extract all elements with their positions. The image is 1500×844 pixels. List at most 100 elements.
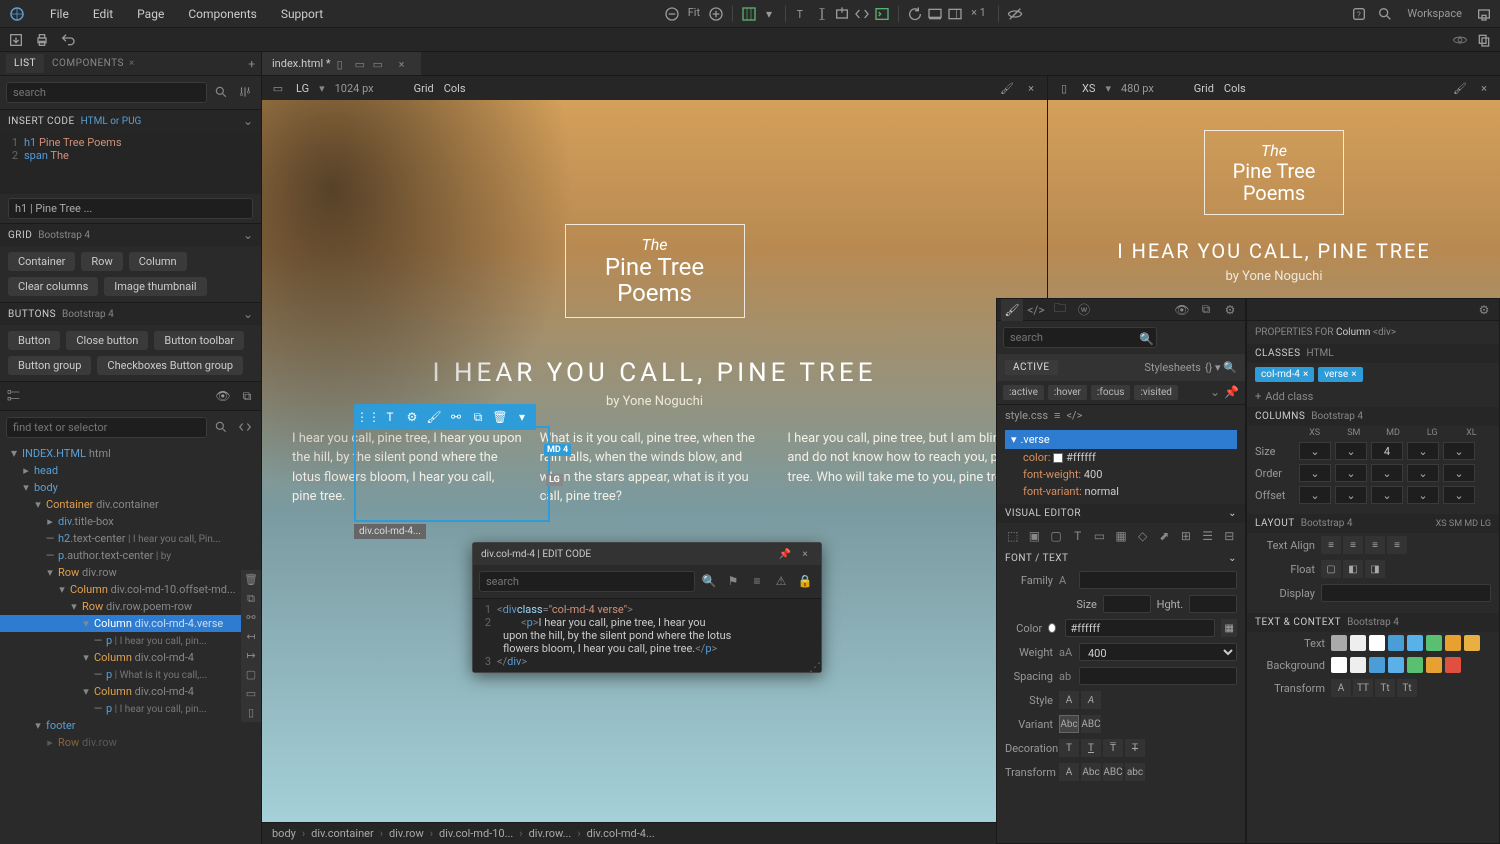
offset-md[interactable]: ⌄ — [1371, 486, 1403, 504]
insert-element-icon[interactable] — [834, 6, 850, 22]
edit-code-popup[interactable]: div.col-md-4 | EDIT CODE 📌 × 🔍 ⚑ ≡ ⚠ 🔒 — [472, 542, 822, 673]
settings-icon[interactable]: ⚙ — [1473, 299, 1495, 321]
menu-support[interactable]: Support — [269, 7, 335, 21]
order-md[interactable]: ⌄ — [1371, 464, 1403, 482]
css-decl[interactable]: color: #ffffff — [1005, 449, 1237, 466]
panels-icon[interactable] — [947, 6, 963, 22]
letter-spacing-input[interactable] — [1079, 667, 1237, 685]
align-right[interactable]: ≡ — [1365, 536, 1385, 554]
search-icon[interactable] — [211, 82, 231, 102]
box-icon[interactable]: ▢ — [241, 665, 261, 684]
float-left[interactable]: ◧ — [1343, 560, 1363, 578]
close-icon[interactable]: × — [1476, 80, 1492, 96]
tree-item[interactable]: —h2.text-center | I hear you call, Pin..… — [0, 530, 261, 547]
chevron-down-icon[interactable]: ⌄ — [243, 228, 253, 242]
size-xs[interactable]: ⌄ — [1299, 442, 1331, 460]
device-icon[interactable]: ▭ — [270, 80, 286, 96]
add-tab-icon[interactable]: + — [248, 57, 255, 71]
color-swatch[interactable] — [1407, 657, 1423, 673]
text-transform-cap[interactable]: Tt — [1375, 679, 1395, 697]
text-tool-icon[interactable]: T — [794, 6, 810, 22]
duplicate-icon[interactable]: ⧉ — [470, 409, 486, 425]
device-mobile-icon[interactable]: ▯ — [337, 58, 349, 70]
color-swatch[interactable] — [1407, 635, 1423, 651]
column-icon[interactable]: ▯ — [241, 703, 261, 722]
close-icon[interactable]: × — [126, 58, 135, 69]
list-icon[interactable]: ☰ — [1198, 527, 1218, 545]
grid-dropdown-icon[interactable]: ▾ — [761, 6, 777, 22]
zoom-out-icon[interactable] — [664, 6, 680, 22]
css-file-row[interactable]: style.css ≡ </> — [997, 405, 1245, 426]
offset-lg[interactable]: ⌄ — [1407, 486, 1439, 504]
color-swatch[interactable] — [1388, 657, 1404, 673]
order-sm[interactable]: ⌄ — [1335, 464, 1367, 482]
reload-icon[interactable] — [907, 6, 923, 22]
box-icon[interactable]: ▢ — [1046, 527, 1066, 545]
offset-xs[interactable]: ⌄ — [1299, 486, 1331, 504]
code-icon[interactable] — [854, 6, 870, 22]
color-swatch[interactable] — [1369, 635, 1385, 651]
chip-clear-columns[interactable]: Clear columns — [8, 277, 98, 296]
search-icon[interactable]: 🔍 — [699, 571, 719, 591]
grid-icon[interactable]: ⊟ — [1219, 527, 1239, 545]
chevron-down-icon[interactable]: ⌄ — [1210, 385, 1220, 400]
tree-item[interactable]: —p.author.text-center | by — [0, 547, 261, 564]
align-justify[interactable]: ≡ — [1387, 536, 1407, 554]
color-swatch[interactable] — [1426, 635, 1442, 651]
color-swatch[interactable] — [1445, 657, 1461, 673]
style-normal[interactable]: A — [1059, 691, 1079, 709]
float-none[interactable]: ▢ — [1321, 560, 1341, 578]
chip-button-toolbar[interactable]: Button toolbar — [154, 331, 244, 350]
chip-button-group[interactable]: Button group — [8, 356, 91, 375]
zoom-fit[interactable]: Fit — [684, 6, 704, 22]
tree-item[interactable]: ▾Column div.col-md-4.verse — [0, 615, 261, 632]
brush-icon[interactable]: 🖌 — [1001, 299, 1023, 321]
popup-search-input[interactable] — [479, 571, 695, 592]
device-desktop-icon[interactable]: ▭ — [373, 58, 385, 70]
size-xl[interactable]: ⌄ — [1443, 442, 1475, 460]
pin-icon[interactable]: 📌 — [777, 546, 793, 562]
eye-icon[interactable]: 👁 — [1171, 299, 1193, 321]
visibility-icon[interactable] — [1007, 6, 1023, 22]
transform-icon[interactable]: ◇ — [1133, 527, 1153, 545]
chip-row[interactable]: Row — [81, 252, 122, 271]
css-search-input[interactable] — [1003, 327, 1157, 348]
settings-icon[interactable]: ⚙ — [1219, 299, 1241, 321]
tab-components[interactable]: COMPONENTS × — [44, 54, 143, 73]
tree-item[interactable]: —p | I hear you call, pin... — [0, 632, 261, 649]
color-swatch[interactable] — [1331, 635, 1347, 651]
code-toggle-icon[interactable] — [235, 417, 255, 437]
popup-code-editor[interactable]: 1<div class="col-md-4 verse"> 2<p>I hear… — [473, 599, 821, 672]
close-icon[interactable]: × — [399, 58, 411, 70]
add-class-button[interactable]: + Add class — [1247, 386, 1499, 407]
search-icon[interactable] — [211, 417, 231, 437]
pseudo-visited[interactable]: :visited — [1134, 385, 1178, 400]
pin-icon[interactable]: 📌 — [1224, 385, 1239, 400]
tree-item[interactable]: ▾Row div.row — [0, 564, 261, 581]
chevron-down-icon[interactable]: ⌄ — [243, 307, 253, 321]
row-icon[interactable]: ▭ — [241, 684, 261, 703]
eye-icon[interactable]: 👁 — [215, 388, 231, 404]
class-chip[interactable]: verse × — [1318, 367, 1362, 382]
insert-code-header[interactable]: INSERT CODE HTML or PUG ⌄ — [0, 109, 261, 132]
float-right[interactable]: ◨ — [1365, 560, 1385, 578]
edit-text-icon[interactable]: T — [382, 409, 398, 425]
decoration-underline[interactable]: T — [1081, 739, 1101, 757]
breadcrumb-segment[interactable]: div.col-md-4... — [587, 827, 655, 840]
tree-item[interactable]: —p | What is it you call,... — [0, 666, 261, 683]
pseudo-focus[interactable]: :focus — [1091, 385, 1131, 400]
chevron-down-icon[interactable]: ⌄ — [1228, 553, 1237, 564]
copy-icon[interactable]: ⧉ — [1195, 299, 1217, 321]
magnify-icon[interactable] — [1377, 6, 1393, 22]
line-height-input[interactable] — [1189, 595, 1237, 613]
chip-container[interactable]: Container — [8, 252, 75, 271]
text-transform-none[interactable]: A — [1331, 679, 1351, 697]
text-transform-upper[interactable]: TT — [1353, 679, 1373, 697]
chip-button[interactable]: Button — [8, 331, 60, 350]
folder-icon[interactable]: 🗀 — [1049, 299, 1071, 321]
help-icon[interactable]: ? — [1351, 6, 1367, 22]
device-icon[interactable]: ▯ — [1056, 80, 1072, 96]
text-cursor-icon[interactable] — [814, 6, 830, 22]
cols-toggle[interactable]: Cols — [444, 82, 466, 95]
align-left[interactable]: ≡ — [1321, 536, 1341, 554]
